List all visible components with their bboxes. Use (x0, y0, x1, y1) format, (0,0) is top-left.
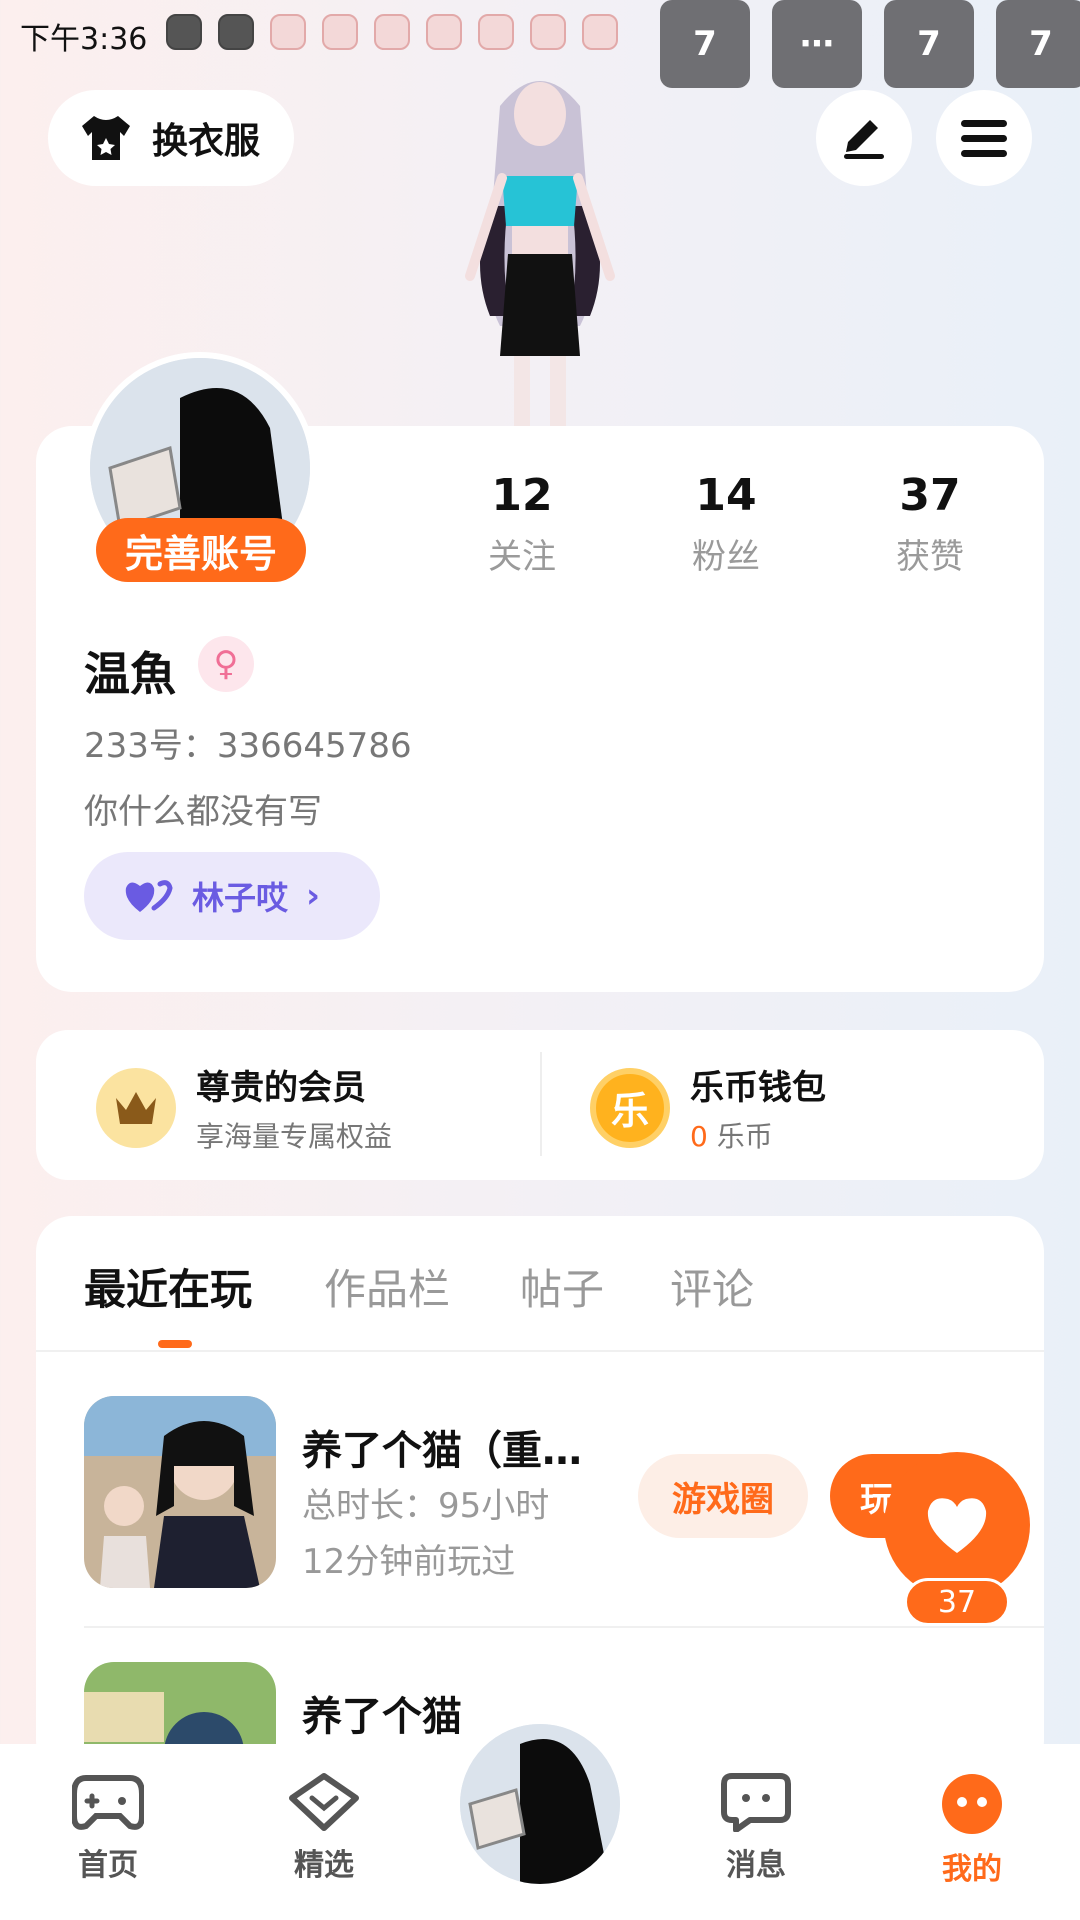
floating-overlay-tiles: 7 ⋯ 7 7 (660, 0, 1080, 88)
floating-like-button[interactable] (884, 1452, 1030, 1598)
game-thumbnail[interactable] (84, 1396, 276, 1588)
tab-comments[interactable]: 评论 (670, 1256, 754, 1317)
wallet-amount: 0 (690, 1120, 708, 1153)
vip-subtitle: 享海量专属权益 (196, 1120, 393, 1153)
app-notification-icon (374, 14, 410, 50)
chevron-right-icon: › (306, 876, 321, 916)
double-heart-icon (125, 880, 173, 912)
followers-label: 粉丝 (692, 537, 760, 577)
menu-button[interactable] (936, 90, 1032, 186)
game-last-played: 12分钟前玩过 (302, 1542, 516, 1582)
game-title: 养了个猫（重… (302, 1428, 582, 1474)
likes-stat[interactable]: 37 获赞 (850, 470, 1010, 578)
nav-messages-label: 消息 (726, 1848, 786, 1883)
menu-icon (961, 120, 1007, 157)
heart-icon (927, 1498, 987, 1553)
crown-icon (96, 1067, 176, 1148)
status-notification-icons (166, 14, 618, 50)
like-count-badge: 37 (904, 1578, 1010, 1626)
divider (84, 1626, 1044, 1628)
profile-face-icon (942, 1774, 1002, 1834)
overlay-tile[interactable]: 7 (996, 0, 1080, 88)
tab-posts[interactable]: 帖子 (520, 1256, 604, 1317)
username: 温魚 (84, 647, 176, 701)
edit-button[interactable] (816, 90, 912, 186)
nav-mine[interactable]: 我的 (912, 1772, 1032, 1888)
tab-works[interactable]: 作品栏 (324, 1256, 450, 1317)
app-notification-icon (478, 14, 514, 50)
overlay-tile[interactable]: 7 (660, 0, 750, 88)
nav-featured-label: 精选 (294, 1848, 354, 1883)
likes-count: 37 (899, 470, 961, 521)
app-notification-icon (582, 14, 618, 50)
tab-recently-played[interactable]: 最近在玩 (84, 1256, 252, 1317)
divider (36, 1350, 1044, 1352)
change-outfit-label: 换衣服 (152, 121, 261, 162)
status-time: 下午3:36 (20, 22, 148, 57)
nav-home[interactable]: 首页 (48, 1772, 168, 1884)
change-outfit-button[interactable]: 换衣服 (48, 90, 294, 186)
app-notification-icon (166, 14, 202, 50)
shirt-icon (82, 116, 130, 160)
status-bar: 下午3:36 7 ⋯ 7 7 (0, 0, 1080, 88)
game-duration: 总时长：95小时 (302, 1486, 550, 1526)
wallet-balance: 0 乐币 (690, 1115, 826, 1155)
following-count: 12 (491, 470, 553, 521)
divider (540, 1052, 542, 1156)
followers-count: 14 (695, 470, 757, 521)
nav-messages[interactable]: 消息 (696, 1772, 816, 1884)
nav-mine-label: 我的 (942, 1852, 1002, 1887)
complete-account-button[interactable]: 完善账号 (96, 518, 306, 582)
nav-featured[interactable]: 精选 (264, 1772, 384, 1884)
coin-icon: 乐 (590, 1067, 670, 1148)
vip-title: 尊贵的会员 (196, 1068, 366, 1108)
heart-box-icon (289, 1773, 359, 1831)
bio: 你什么都没有写 (84, 792, 322, 832)
app-notification-icon (322, 14, 358, 50)
mi-notification-icon (218, 14, 254, 50)
wallet-entry[interactable]: 乐 乐币钱包 0 乐币 (590, 1060, 826, 1155)
avatar-character[interactable] (430, 66, 650, 426)
following-label: 关注 (488, 537, 556, 577)
following-stat[interactable]: 12 关注 (442, 470, 602, 578)
likes-label: 获赞 (896, 537, 964, 577)
female-icon: ♀ (198, 636, 254, 692)
game-circle-button[interactable]: 游戏圈 (638, 1454, 808, 1538)
pen-icon (844, 120, 884, 159)
nav-center-avatar[interactable] (456, 1720, 624, 1888)
friend-chip[interactable]: 林子哎 › (84, 852, 380, 940)
vip-entry[interactable]: 尊贵的会员 享海量专属权益 (96, 1060, 392, 1155)
wallet-unit: 乐币 (707, 1120, 773, 1153)
account-id: 233号：336645786 (84, 726, 412, 766)
app-notification-icon (530, 14, 566, 50)
friend-chip-label: 林子哎 (192, 879, 289, 917)
overlay-tile[interactable]: 7 (884, 0, 974, 88)
game-title: 养了个猫 (302, 1694, 462, 1740)
nav-home-label: 首页 (78, 1848, 138, 1883)
coin-icon-text: 乐 (610, 1089, 649, 1133)
active-tab-indicator (158, 1340, 192, 1348)
chat-icon (721, 1773, 791, 1833)
app-notification-icon (270, 14, 306, 50)
app-notification-icon (426, 14, 462, 50)
wallet-title: 乐币钱包 (690, 1068, 826, 1108)
gamepad-icon (71, 1775, 145, 1830)
overlay-tile[interactable]: ⋯ (772, 0, 862, 88)
followers-stat[interactable]: 14 粉丝 (646, 470, 806, 578)
